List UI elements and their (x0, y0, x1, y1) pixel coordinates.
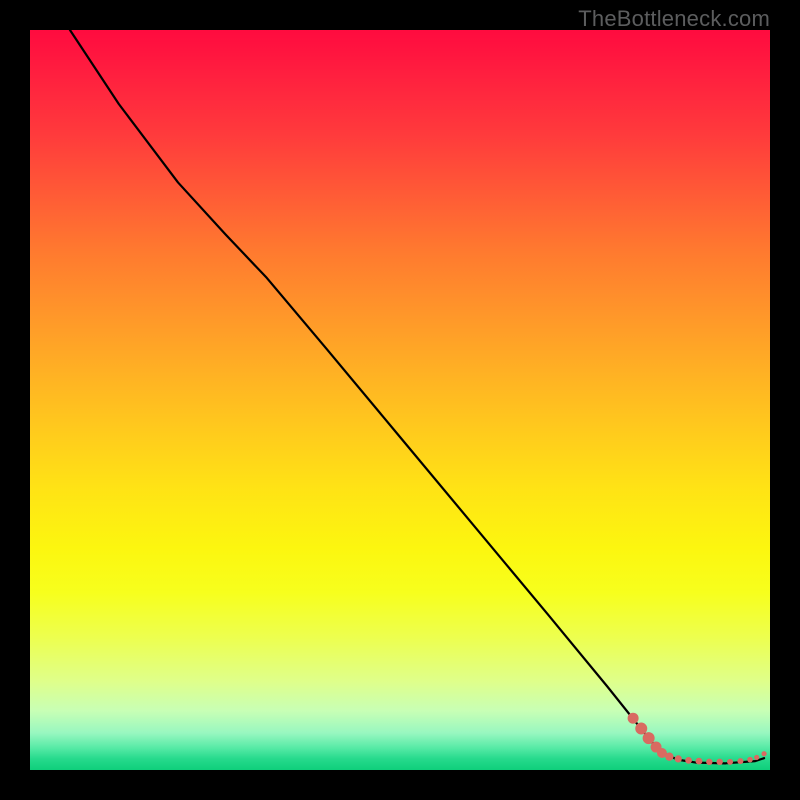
data-point (706, 759, 712, 765)
watermark-text: TheBottleneck.com (578, 6, 770, 32)
data-point (685, 757, 692, 764)
data-point (665, 752, 673, 760)
data-point (761, 751, 766, 756)
data-point (754, 755, 759, 760)
data-point (716, 759, 722, 765)
data-point (727, 759, 733, 765)
data-point (628, 713, 639, 724)
data-point (696, 758, 703, 765)
bottleneck-curve (70, 30, 764, 763)
data-point (747, 757, 753, 763)
data-point (635, 723, 647, 735)
data-point (737, 758, 743, 764)
data-points-group (628, 713, 767, 765)
chart-container: TheBottleneck.com (0, 0, 800, 800)
chart-overlay-svg (30, 30, 770, 770)
plot-area (30, 30, 770, 770)
data-point (643, 732, 655, 744)
data-point (675, 755, 682, 762)
